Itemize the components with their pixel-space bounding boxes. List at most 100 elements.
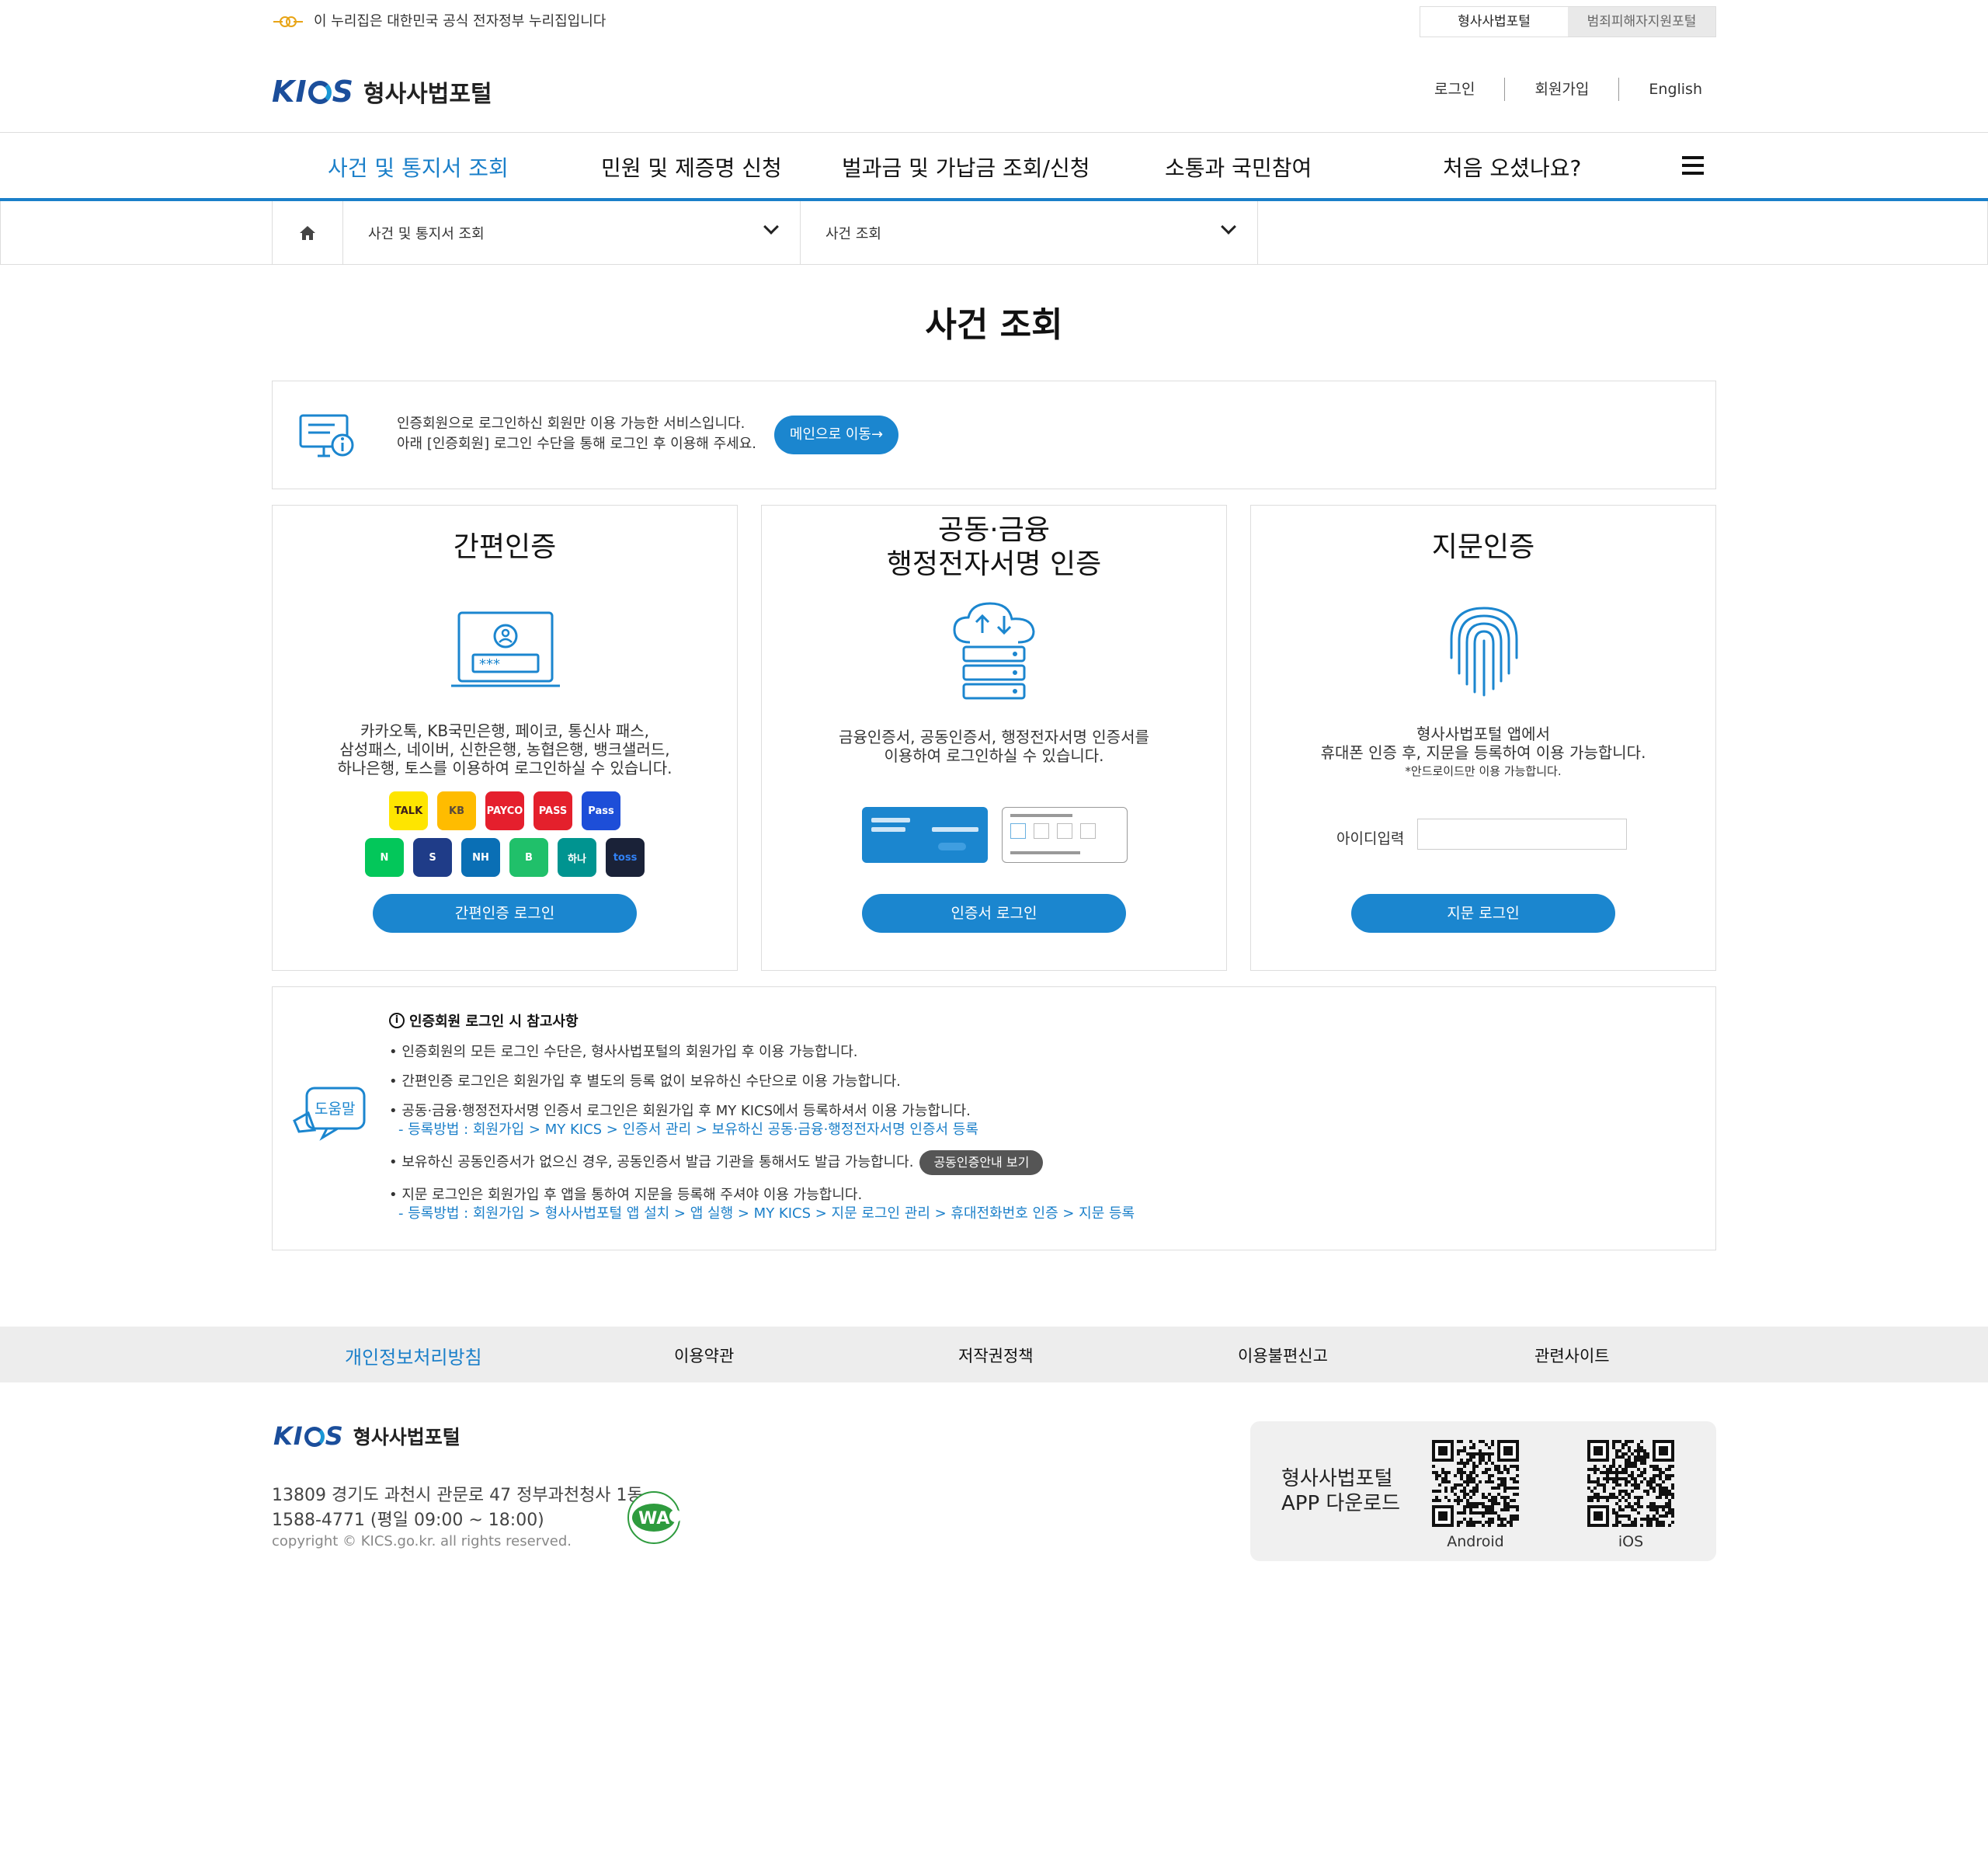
site-logo[interactable]: KI S 형사사법포털	[272, 75, 492, 109]
breadcrumb-home[interactable]	[272, 201, 343, 265]
page-title: 사건 조회	[925, 305, 1063, 345]
app-download-title-line: 형사사법포털	[1281, 1467, 1393, 1490]
login-required-notice: 인증회원으로 로그인하신 회원만 이용 가능한 서비스입니다. 아래 [인증회원…	[272, 381, 1716, 489]
gov-banner: 이 누리집은 대한민국 공식 전자정부 누리집입니다 형사사법포털 범죄피해자지…	[272, 0, 1716, 43]
gnb-item-fines[interactable]: 벌과금 및 가납금 조회/신청	[842, 151, 1090, 183]
tab-victim-support-portal[interactable]: 범죄피해자지원포털	[1568, 7, 1715, 37]
help-item-3: • 공동·금융·행정전자서명 인증서 로그인은 회원가입 후 MY KICS에서…	[389, 1103, 971, 1119]
home-icon	[300, 226, 315, 240]
copyright-policy-link[interactable]: 저작권정책	[958, 1344, 1034, 1367]
fingerprint-android-note: *안드로이드만 이용 가능합니다.	[1405, 764, 1562, 778]
certificate-auth-card: 공동·금융 행정전자서명 인증 금융인증서, 공동인증서, 행정전자서명 인증서…	[761, 505, 1227, 971]
simple-auth-title: 간편인증	[453, 531, 557, 563]
help-heading: i 인증회원 로그인 시 참고사항	[389, 1010, 1135, 1031]
gnb-item-first-visit[interactable]: 처음 오셨나요?	[1443, 151, 1581, 183]
android-label: Android	[1447, 1533, 1504, 1550]
footer-phone: 1588-4771 (평일 09:00 ~ 18:00)	[272, 1511, 544, 1530]
login-help-box: 도움말 i 인증회원 로그인 시 참고사항 • 인증회원의 모든 로그인 수단은…	[272, 986, 1716, 1250]
auth-app-icon: PAYCO	[485, 791, 524, 830]
fingerprint-auth-card: 지문인증 형사사법포털 앱에서 휴대폰 인증 후, 지문을 등록하여 이용 가능…	[1250, 505, 1716, 971]
global-nav: 사건 및 통지서 조회 민원 및 제증명 신청 벌과금 및 가납금 조회/신청 …	[272, 133, 1716, 198]
login-link[interactable]: 로그인	[1405, 78, 1504, 101]
auth-app-icon: Pass	[582, 791, 620, 830]
help-heading-text: 인증회원 로그인 시 참고사항	[409, 1014, 579, 1030]
fingerprint-desc: 형사사법포털 앱에서 휴대폰 인증 후, 지문을 등록하여 이용 가능합니다. …	[1251, 725, 1715, 781]
help-item-5: • 지문 로그인은 회원가입 후 앱을 통하여 지문을 등록해 주셔야 이용 가…	[389, 1187, 863, 1203]
breadcrumb-select-level2[interactable]: 사건 조회	[801, 201, 1258, 265]
web-accessibility-badge-icon: WA	[627, 1491, 682, 1544]
report-inconvenience-link[interactable]: 이용불편신고	[1238, 1344, 1328, 1367]
cert-auth-title-line: 공동·금융	[938, 514, 1050, 546]
help-body: i 인증회원 로그인 시 참고사항 • 인증회원의 모든 로그인 수단은, 형사…	[389, 1010, 1135, 1223]
kics-logo-mark: KI S	[273, 1421, 344, 1451]
cert-auth-desc: 금융인증서, 공동인증서, 행정전자서명 인증서를 이용하여 로그인하실 수 있…	[762, 728, 1226, 765]
breadcrumb-level1-label: 사건 및 통지서 조회	[368, 226, 485, 242]
chevron-down-icon	[763, 219, 779, 235]
breadcrumb: 사건 및 통지서 조회 사건 조회	[272, 201, 1716, 265]
fingerprint-desc-line: 형사사법포털 앱에서	[1416, 725, 1550, 743]
auth-app-icon: 하나	[558, 838, 596, 877]
breadcrumb-select-level1[interactable]: 사건 및 통지서 조회	[343, 201, 801, 265]
footer-logo: KI S 형사사법포털	[273, 1421, 461, 1451]
auth-app-icon: B	[509, 838, 548, 877]
breadcrumb-level2-label: 사건 조회	[825, 226, 881, 242]
signup-link[interactable]: 회원가입	[1504, 78, 1618, 101]
hamburger-menu-icon[interactable]	[1682, 156, 1704, 175]
android-qr-code[interactable]	[1432, 1440, 1519, 1527]
id-input-label: 아이디입력	[1336, 830, 1405, 847]
go-main-button[interactable]: 메인으로 이동→	[774, 416, 898, 454]
auth-app-icon: PASS	[533, 791, 572, 830]
fingerprint-desc-line: 휴대폰 인증 후, 지문을 등록하여 이용 가능합니다.	[1320, 743, 1646, 762]
tab-criminal-justice-portal[interactable]: 형사사법포털	[1420, 7, 1568, 37]
auth-app-icon: N	[365, 838, 404, 877]
cert-auth-desc-line: 금융인증서, 공동인증서, 행정전자서명 인증서를	[839, 728, 1149, 746]
utility-nav: 로그인 회원가입 English	[1405, 78, 1716, 101]
certificate-select-window-image	[1002, 807, 1128, 863]
help-megaphone-icon: 도움말	[293, 1087, 366, 1141]
cert-login-button[interactable]: 인증서 로그인	[862, 894, 1126, 933]
cert-guide-button[interactable]: 공동인증안내 보기	[919, 1150, 1044, 1175]
notice-text: 인증회원으로 로그인하신 회원만 이용 가능한 서비스입니다. 아래 [인증회원…	[397, 414, 756, 454]
auth-app-icon: KB	[437, 791, 476, 830]
simple-auth-login-button[interactable]: 간편인증 로그인	[373, 894, 637, 933]
gnb-item-civil-petition[interactable]: 민원 및 제증명 신청	[601, 151, 782, 183]
cert-auth-title: 공동·금융 행정전자서명 인증	[762, 513, 1226, 582]
footer-info: 13809 경기도 과천시 관문로 47 정부과천청사 1동 1588-4771…	[272, 1483, 643, 1533]
simple-auth-desc-line: 하나은행, 토스를 이용하여 로그인하실 수 있습니다.	[337, 759, 673, 777]
auth-app-icon: TALK	[389, 791, 428, 830]
header: KI S 형사사법포털 로그인 회원가입 English	[272, 43, 1716, 132]
footer-logo-text: 형사사법포털	[353, 1426, 461, 1448]
breadcrumb-left-border	[0, 201, 1, 265]
help-item-2: • 간편인증 로그인은 회원가입 후 별도의 등록 없이 보유하신 수단으로 이…	[389, 1073, 901, 1090]
help-item-5-sub: - 등록방법 : 회원가입 > 형사사법포털 앱 설치 > 앱 실행 > MY …	[398, 1205, 1135, 1222]
simple-auth-desc-line: 카카오톡, KB국민은행, 페이코, 통신사 패스,	[360, 722, 650, 740]
help-icon-label: 도움말	[315, 1101, 355, 1118]
cert-auth-title-line: 행정전자서명 인증	[886, 548, 1102, 580]
english-link[interactable]: English	[1618, 78, 1716, 101]
simple-auth-card: 간편인증 *** 카카오톡, KB국민은행, 페이코, 통신사 패스, 삼성패스…	[272, 505, 738, 971]
id-input[interactable]	[1417, 819, 1627, 850]
svg-text:***: ***	[479, 656, 500, 673]
chevron-down-icon	[1221, 219, 1236, 235]
notice-line-2: 아래 [인증회원] 로그인 수단을 통해 로그인 후 이용해 주세요.	[397, 436, 756, 452]
cloud-server-icon	[953, 602, 1035, 700]
app-download-title-line: APP 다운로드	[1281, 1492, 1401, 1515]
auth-app-icon: toss	[606, 838, 645, 877]
gnb-item-participation[interactable]: 소통과 국민참여	[1165, 151, 1312, 183]
related-sites-link[interactable]: 관련사이트	[1534, 1344, 1610, 1367]
cert-auth-desc-line: 이용하여 로그인하실 수 있습니다.	[884, 746, 1104, 765]
fingerprint-login-button[interactable]: 지문 로그인	[1351, 894, 1615, 933]
gnb-item-case-notice[interactable]: 사건 및 통지서 조회	[328, 151, 509, 183]
ios-label: iOS	[1618, 1533, 1644, 1550]
simple-auth-apps-row2: N S NH B 하나 toss	[273, 838, 737, 877]
app-download-title: 형사사법포털 APP 다운로드	[1281, 1466, 1400, 1516]
terms-link[interactable]: 이용약관	[674, 1344, 734, 1367]
footer-links: 개인정보처리방침 이용약관 저작권정책 이용불편신고 관련사이트	[272, 1327, 1716, 1382]
ios-qr-code[interactable]	[1587, 1440, 1674, 1527]
privacy-policy-link[interactable]: 개인정보처리방침	[345, 1342, 482, 1369]
kics-logo-mark: KI S	[272, 75, 354, 109]
portal-tabs: 형사사법포털 범죄피해자지원포털	[1420, 6, 1716, 37]
laptop-password-icon: ***	[451, 611, 560, 687]
info-icon: i	[389, 1013, 405, 1028]
logo-text: 형사사법포털	[363, 81, 492, 108]
